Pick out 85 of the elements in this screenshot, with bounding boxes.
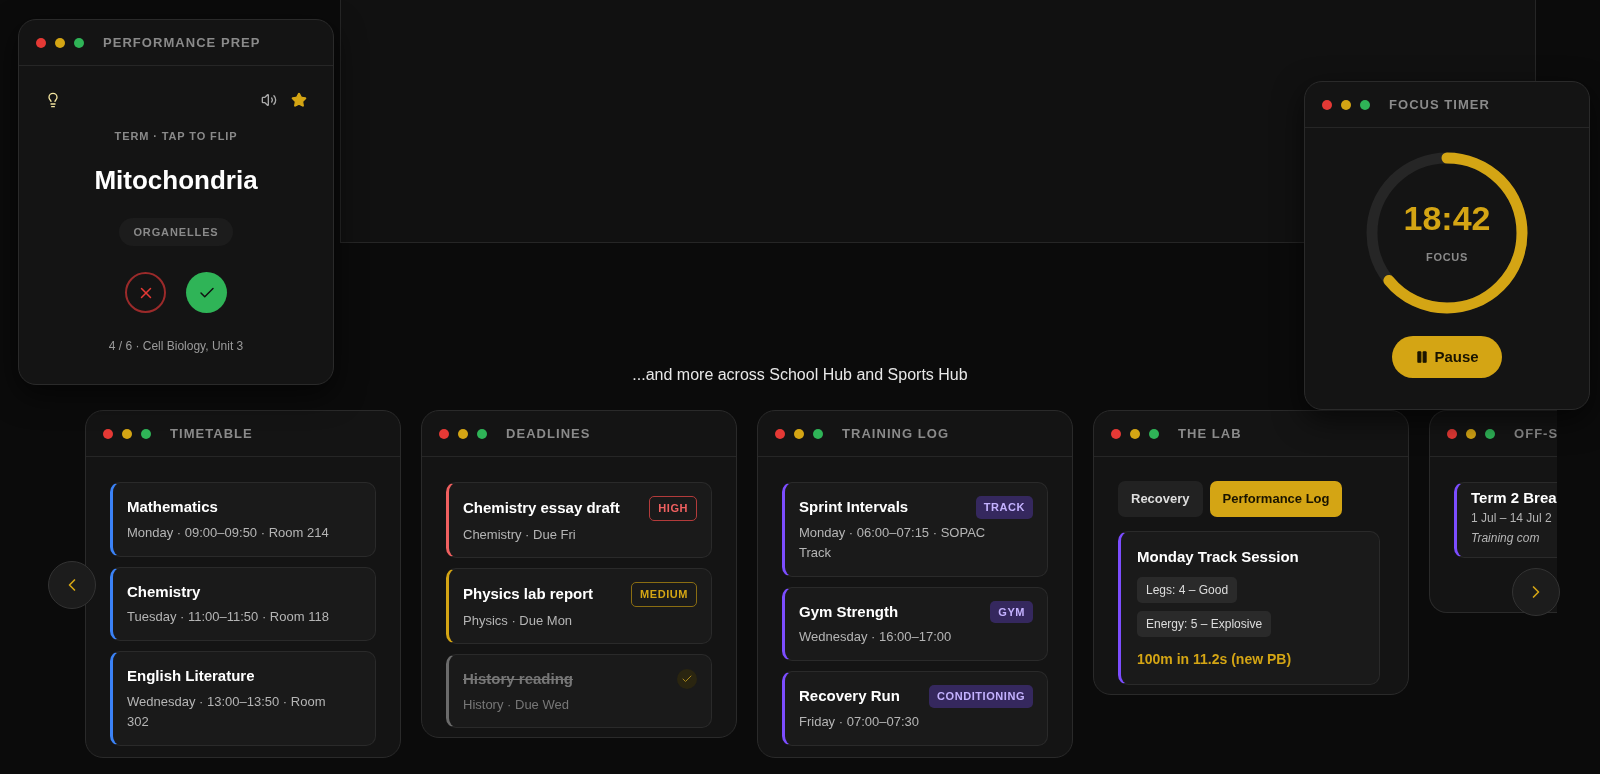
session-tag: GYM [990, 600, 1033, 623]
window-minimize-button[interactable] [122, 428, 132, 439]
window-title: FOCUS TIMER [1389, 95, 1490, 114]
window-title: OFF-S [1514, 424, 1557, 443]
task-details: Chemistry · Due Fri [463, 525, 577, 544]
task-name: History reading [463, 669, 574, 689]
class-details: Monday · 09:00–09:50 · Room 214 [127, 523, 330, 542]
session-tag: CONDITIONING [929, 685, 1033, 708]
class-details: Wednesday · 13:00–13:50 · Room 302 [127, 692, 327, 731]
session-details: Friday · 07:00–07:30 [799, 712, 920, 731]
pause-button[interactable]: Pause [1392, 336, 1502, 378]
tagline: ...and more across School Hub and Sports Hub [632, 365, 968, 383]
card-term[interactable]: Mitochondria [94, 160, 258, 200]
class-details: Tuesday · 11:00–11:50 · Room 118 [127, 608, 330, 626]
session-name: Gym Strength [799, 601, 899, 622]
list-card[interactable]: History reading History · Due Wed [446, 654, 712, 728]
window-minimize-button[interactable] [1130, 428, 1140, 439]
window-close-button[interactable] [775, 428, 785, 439]
rating-chip: Energy: 5 – Explosive [1137, 611, 1272, 637]
task-details: Physics · Due Mon [463, 611, 574, 630]
window-close-button[interactable] [1111, 428, 1121, 439]
window-title: DEADLINES [506, 424, 591, 443]
session-name: Recovery Run [799, 686, 900, 706]
list-card[interactable]: Mathematics Monday · 09:00–09:50 · Room 214 [110, 482, 376, 557]
list-card[interactable]: Sprint Intervals TRACK Monday · 06:00–07:15 · SOPAC Track [782, 482, 1048, 577]
session-details: Wednesday · 16:00–17:00 [799, 628, 953, 646]
window-title: PERFORMANCE PREP [103, 33, 261, 52]
done-check-icon[interactable] [677, 669, 697, 690]
session-name: Sprint Intervals [799, 497, 909, 517]
window-zoom-button[interactable] [141, 428, 151, 439]
window-close-button[interactable] [439, 428, 449, 439]
entry-result: 100m in 11.2s (new PB) [1137, 650, 1293, 669]
break-note: Training com [1471, 530, 1541, 546]
list-card[interactable]: Physics lab report MEDIUM Physics · Due Mon [446, 568, 712, 644]
card-prompt: TERM · TAP TO FLIP [114, 129, 238, 144]
correct-button[interactable] [186, 272, 227, 313]
class-name: Chemistry [127, 581, 202, 602]
window-minimize-button[interactable] [794, 428, 804, 439]
topic-tag: ORGANELLES [119, 217, 233, 246]
session-tag: TRACK [975, 496, 1033, 519]
list-card[interactable]: English Literature Wednesday · 13:00–13:50 · Room 302 [110, 651, 376, 746]
window-close-button[interactable] [36, 37, 46, 48]
break-name: Term 2 Brea [1471, 490, 1557, 506]
window-close-button[interactable] [1322, 99, 1332, 110]
star-icon[interactable] [291, 92, 307, 108]
card-count-caption: 4 / 6 · Cell Biology, Unit 3 [108, 338, 244, 355]
window-close-button[interactable] [1447, 428, 1457, 439]
task-name: Chemistry essay draft [463, 498, 620, 518]
session-details: Monday · 06:00–07:15 · SOPAC Track [799, 523, 987, 562]
window-minimize-button[interactable] [55, 37, 65, 48]
window-close-button[interactable] [103, 428, 113, 439]
window-title: TIMETABLE [170, 424, 253, 443]
speaker-icon[interactable] [261, 92, 277, 108]
window-zoom-button[interactable] [1149, 428, 1159, 439]
entry-title: Monday Track Session [1137, 546, 1300, 567]
tab[interactable]: Recovery [1118, 481, 1203, 517]
window-zoom-button[interactable] [1360, 99, 1370, 110]
window-zoom-button[interactable] [813, 428, 823, 439]
class-name: Mathematics [127, 497, 219, 517]
window-minimize-button[interactable] [458, 428, 468, 439]
list-card[interactable]: Chemistry essay draft HIGH Chemistry · Due Fri [446, 482, 712, 558]
lightbulb-icon[interactable] [45, 92, 61, 108]
window-minimize-button[interactable] [1466, 428, 1476, 439]
timer-readout: 18:42 [1403, 200, 1491, 235]
rating-chip: Legs: 4 – Good [1137, 577, 1238, 603]
task-details: History · Due Wed [463, 695, 570, 714]
pause-icon [1415, 350, 1430, 364]
list-card[interactable]: Recovery Run CONDITIONING Friday · 07:00–07:30 [782, 671, 1048, 746]
window-zoom-button[interactable] [477, 428, 487, 439]
window-zoom-button[interactable] [74, 37, 84, 48]
window-minimize-button[interactable] [1341, 99, 1351, 110]
priority-badge: HIGH [649, 496, 697, 521]
list-card[interactable]: Gym Strength GYM Wednesday · 16:00–17:00 [782, 586, 1048, 661]
window-zoom-button[interactable] [1485, 428, 1495, 439]
tab[interactable]: Performance Log [1209, 481, 1343, 517]
wrong-button[interactable] [125, 272, 166, 313]
list-card[interactable]: Term 2 Brea 1 Jul – 14 Jul 2 Training com [1454, 482, 1557, 558]
priority-badge: MEDIUM [631, 582, 697, 607]
timer-mode: FOCUS [1426, 249, 1468, 265]
window-title: TRAINING LOG [842, 424, 950, 443]
class-name: English Literature [127, 666, 256, 686]
list-card[interactable]: Chemistry Tuesday · 11:00–11:50 · Room 118 [110, 566, 376, 641]
window-title: THE LAB [1178, 424, 1242, 443]
task-name: Physics lab report [463, 584, 594, 604]
break-dates: 1 Jul – 14 Jul 2 [1471, 510, 1553, 526]
